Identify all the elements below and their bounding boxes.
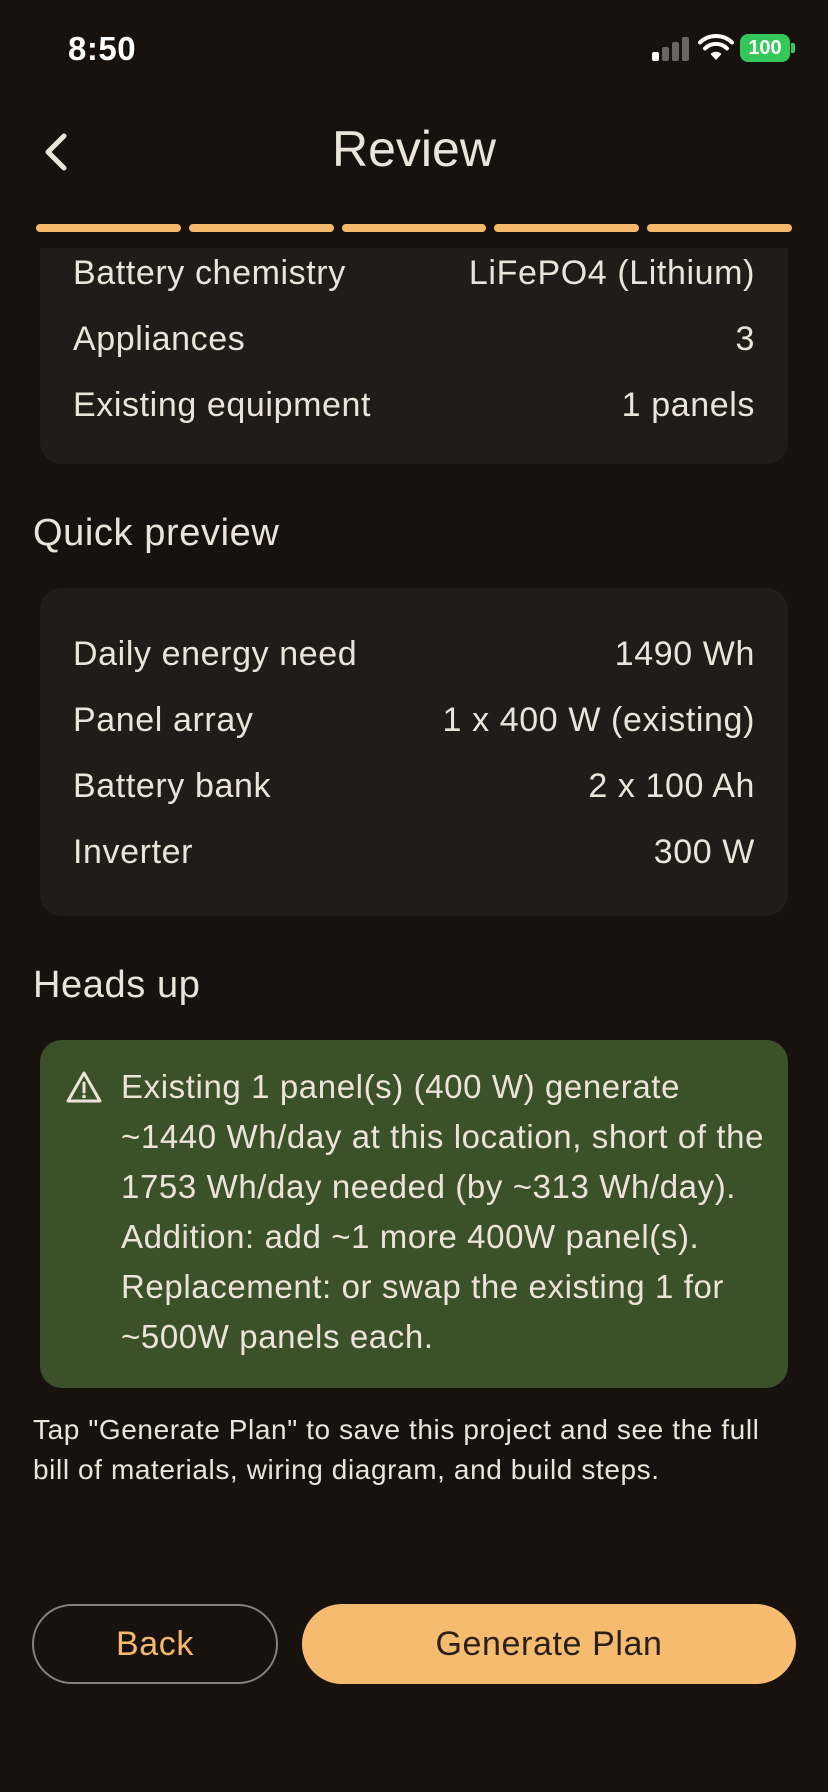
row-value: 3 [735,319,755,358]
preview-row: Daily energy need 1490 Wh [73,629,755,679]
summary-row: Appliances 3 [73,314,755,364]
preview-row: Battery bank 2 x 100 Ah [73,761,755,811]
row-value: 2 x 100 Ah [588,766,755,805]
back-button[interactable]: Back [32,1604,278,1684]
quick-preview-card: Daily energy need 1490 Wh Panel array 1 … [40,588,788,916]
progress-step-4 [494,224,640,232]
summary-card: Battery chemistry LiFePO4 (Lithium) Appl… [40,248,788,464]
review-screen: 8:50 100 Review Battery chemistry LiFePO… [0,0,828,1792]
progress-step-5 [647,224,792,232]
battery-tip [791,43,795,53]
row-value: 1 x 400 W (existing) [442,700,755,739]
generate-plan-button[interactable]: Generate Plan [302,1604,796,1684]
row-label: Inverter [73,832,194,871]
battery-level: 100 [748,36,782,59]
wifi-icon [698,34,734,60]
progress-step-3 [341,224,487,232]
preview-row: Inverter 300 W [73,827,755,877]
row-label: Battery bank [73,766,272,805]
row-value: LiFePO4 (Lithium) [468,253,755,292]
heads-up-card: Existing 1 panel(s) (400 W) generate ~14… [40,1040,788,1388]
step-progress [36,224,792,232]
heads-up-message: Existing 1 panel(s) (400 W) generate ~14… [121,1068,765,1355]
heads-up-heading: Heads up [33,964,201,1006]
progress-step-1 [36,224,181,232]
row-label: Panel array [73,700,254,739]
summary-row: Battery chemistry LiFePO4 (Lithium) [73,248,755,298]
battery-icon: 100 [740,34,790,62]
status-time: 8:50 [68,30,137,67]
row-label: Daily energy need [73,634,358,673]
row-label: Existing equipment [73,385,372,424]
quick-preview-heading: Quick preview [33,512,280,554]
row-value: 300 W [653,832,755,871]
status-bar: 8:50 100 [0,0,828,100]
row-value: 1 panels [621,385,755,424]
page-title: Review [332,121,496,177]
summary-row: Existing equipment 1 panels [73,380,755,430]
preview-row: Panel array 1 x 400 W (existing) [73,695,755,745]
row-label: Battery chemistry [73,253,346,292]
row-value: 1490 Wh [614,634,755,673]
cellular-signal-icon [652,37,690,61]
row-label: Appliances [73,319,246,358]
warning-triangle-icon [66,1071,102,1103]
generate-plan-hint: Tap "Generate Plan" to save this project… [33,1414,760,1485]
progress-step-2 [188,224,334,232]
